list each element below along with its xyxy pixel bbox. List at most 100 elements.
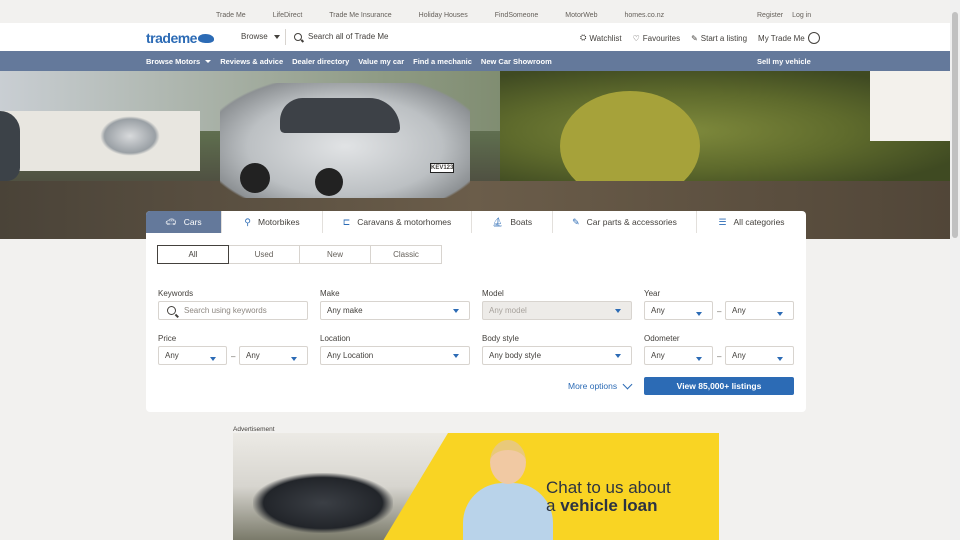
tab-car-parts[interactable]: ✎ Car parts & accessories (553, 211, 697, 233)
dropdown-arrow-icon (615, 354, 621, 358)
hero-car-background (100, 116, 160, 156)
dropdown-arrow-icon (453, 309, 459, 313)
car-windscreen (280, 98, 400, 133)
car-wheel (315, 168, 343, 196)
condition-new[interactable]: New (299, 245, 371, 264)
price-to-value: Any (246, 351, 260, 360)
condition-filter: All Used New Classic (157, 245, 442, 264)
keywords-input[interactable]: Search using keywords (158, 301, 308, 320)
my-trade-me-label: My Trade Me (758, 33, 805, 43)
global-search[interactable]: Search all of Trade Me (294, 32, 388, 41)
year-to-select[interactable]: Any (725, 301, 794, 320)
model-select[interactable]: Any model (482, 301, 632, 320)
site-link-insurance[interactable]: Trade Me Insurance (329, 12, 391, 19)
heart-icon: ♡ (632, 33, 640, 43)
kiwi-icon (197, 33, 214, 43)
odometer-to-select[interactable]: Any (725, 346, 794, 365)
nav-browse-motors[interactable]: Browse Motors (146, 57, 212, 66)
year-label: Year (644, 289, 661, 298)
login-link[interactable]: Log in (792, 12, 811, 19)
browse-menu[interactable]: Browse (241, 32, 280, 41)
binoculars-icon: ⛭ (580, 33, 587, 42)
hero-car: KEV123 (220, 83, 470, 198)
hero-car-left (0, 111, 20, 181)
register-link[interactable]: Register (757, 12, 783, 19)
watchlist-link[interactable]: ⛭ Watchlist (580, 33, 622, 43)
auth-links: Register Log in (757, 12, 811, 19)
condition-all[interactable]: All (157, 245, 229, 264)
condition-classic[interactable]: Classic (370, 245, 442, 264)
vehicle-loan-ad[interactable]: Chat to us about a vehicle loan (233, 433, 719, 540)
list-icon: ☰ (718, 216, 727, 227)
tab-cars-label: Cars (183, 217, 202, 227)
site-link-findsomeone[interactable]: FindSomeone (495, 12, 539, 19)
more-options-toggle[interactable]: More options (568, 379, 633, 391)
more-options-label: More options (568, 381, 618, 391)
tab-car-parts-label: Car parts & accessories (586, 217, 677, 227)
condition-used[interactable]: Used (228, 245, 300, 264)
tab-boats-label: Boats (510, 217, 533, 227)
make-select[interactable]: Any make (320, 301, 470, 320)
motors-nav: Browse Motors Reviews & advice Dealer di… (0, 51, 950, 71)
odometer-from-value: Any (651, 351, 665, 360)
nav-value-my-car[interactable]: Value my car (358, 57, 404, 66)
my-trade-me-link[interactable]: My Trade Me (758, 32, 820, 44)
price-from-select[interactable]: Any (158, 346, 227, 365)
motorbike-icon: ⚲ (244, 216, 251, 227)
dropdown-arrow-icon (615, 309, 621, 313)
page-scrollbar[interactable] (950, 0, 960, 540)
start-listing-label: Start a listing (700, 33, 748, 43)
dropdown-arrow-icon (291, 357, 297, 361)
view-listings-button[interactable]: View 85,000+ listings (644, 377, 794, 395)
ad-person-image (458, 438, 558, 540)
odometer-label: Odometer (644, 334, 680, 343)
tab-cars[interactable]: 🚗︎ Cars (146, 211, 222, 233)
start-listing-link[interactable]: ✎ Start a listing (691, 34, 747, 43)
site-link-lifedirect[interactable]: LifeDirect (273, 12, 303, 19)
site-link-trade-me[interactable]: Trade Me (216, 12, 246, 19)
watchlist-label: Watchlist (589, 33, 622, 43)
car-icon: 🚗︎ (165, 216, 177, 227)
body-style-select[interactable]: Any body style (482, 346, 632, 365)
year-from-select[interactable]: Any (644, 301, 713, 320)
pencil-icon: ✎ (691, 33, 698, 43)
nav-new-car-showroom[interactable]: New Car Showroom (481, 57, 552, 66)
favourites-link[interactable]: ♡ Favourites (633, 34, 681, 43)
search-icon (167, 306, 176, 315)
tab-boats[interactable]: ⛵︎ Boats (472, 211, 553, 233)
car-wheel (240, 163, 270, 193)
tab-motorbikes[interactable]: ⚲ Motorbikes (222, 211, 323, 233)
keywords-placeholder: Search using keywords (184, 306, 267, 315)
tab-caravans[interactable]: ⊏ Caravans & motorhomes (323, 211, 472, 233)
nav-reviews[interactable]: Reviews & advice (220, 57, 283, 66)
favourites-label: Favourites (642, 33, 681, 43)
make-value: Any make (327, 306, 363, 315)
nav-find-mechanic[interactable]: Find a mechanic (413, 57, 472, 66)
year-range-separator: – (717, 307, 722, 316)
trademe-logo[interactable]: trademe (146, 30, 214, 46)
caravan-icon: ⊏ (342, 216, 351, 227)
scrollbar-thumb[interactable] (952, 12, 958, 238)
keywords-label: Keywords (158, 289, 194, 298)
user-avatar-icon (807, 32, 820, 44)
tab-all-categories[interactable]: ☰ All categories (697, 211, 806, 233)
dropdown-arrow-icon (696, 357, 702, 361)
ad-person-body (463, 483, 553, 540)
site-link-motorweb[interactable]: MotorWeb (565, 12, 597, 19)
dropdown-arrow-icon (777, 312, 783, 316)
site-link-holiday-houses[interactable]: Holiday Houses (419, 12, 468, 19)
ad-headline: Chat to us about a vehicle loan (546, 479, 671, 515)
site-link-homes[interactable]: homes.co.nz (624, 12, 664, 19)
dropdown-arrow-icon (210, 357, 216, 361)
price-range-separator: – (231, 352, 236, 361)
sell-my-vehicle-link[interactable]: Sell my vehicle (757, 57, 811, 66)
hero-house (870, 71, 950, 141)
nav-dealer-directory[interactable]: Dealer directory (292, 57, 349, 66)
number-plate: KEV123 (430, 163, 454, 173)
odometer-from-select[interactable]: Any (644, 346, 713, 365)
location-select[interactable]: Any Location (320, 346, 470, 365)
ad-headline-line2: a vehicle loan (546, 497, 671, 515)
chevron-down-icon (273, 34, 280, 39)
price-to-select[interactable]: Any (239, 346, 308, 365)
location-value: Any Location (327, 351, 374, 360)
